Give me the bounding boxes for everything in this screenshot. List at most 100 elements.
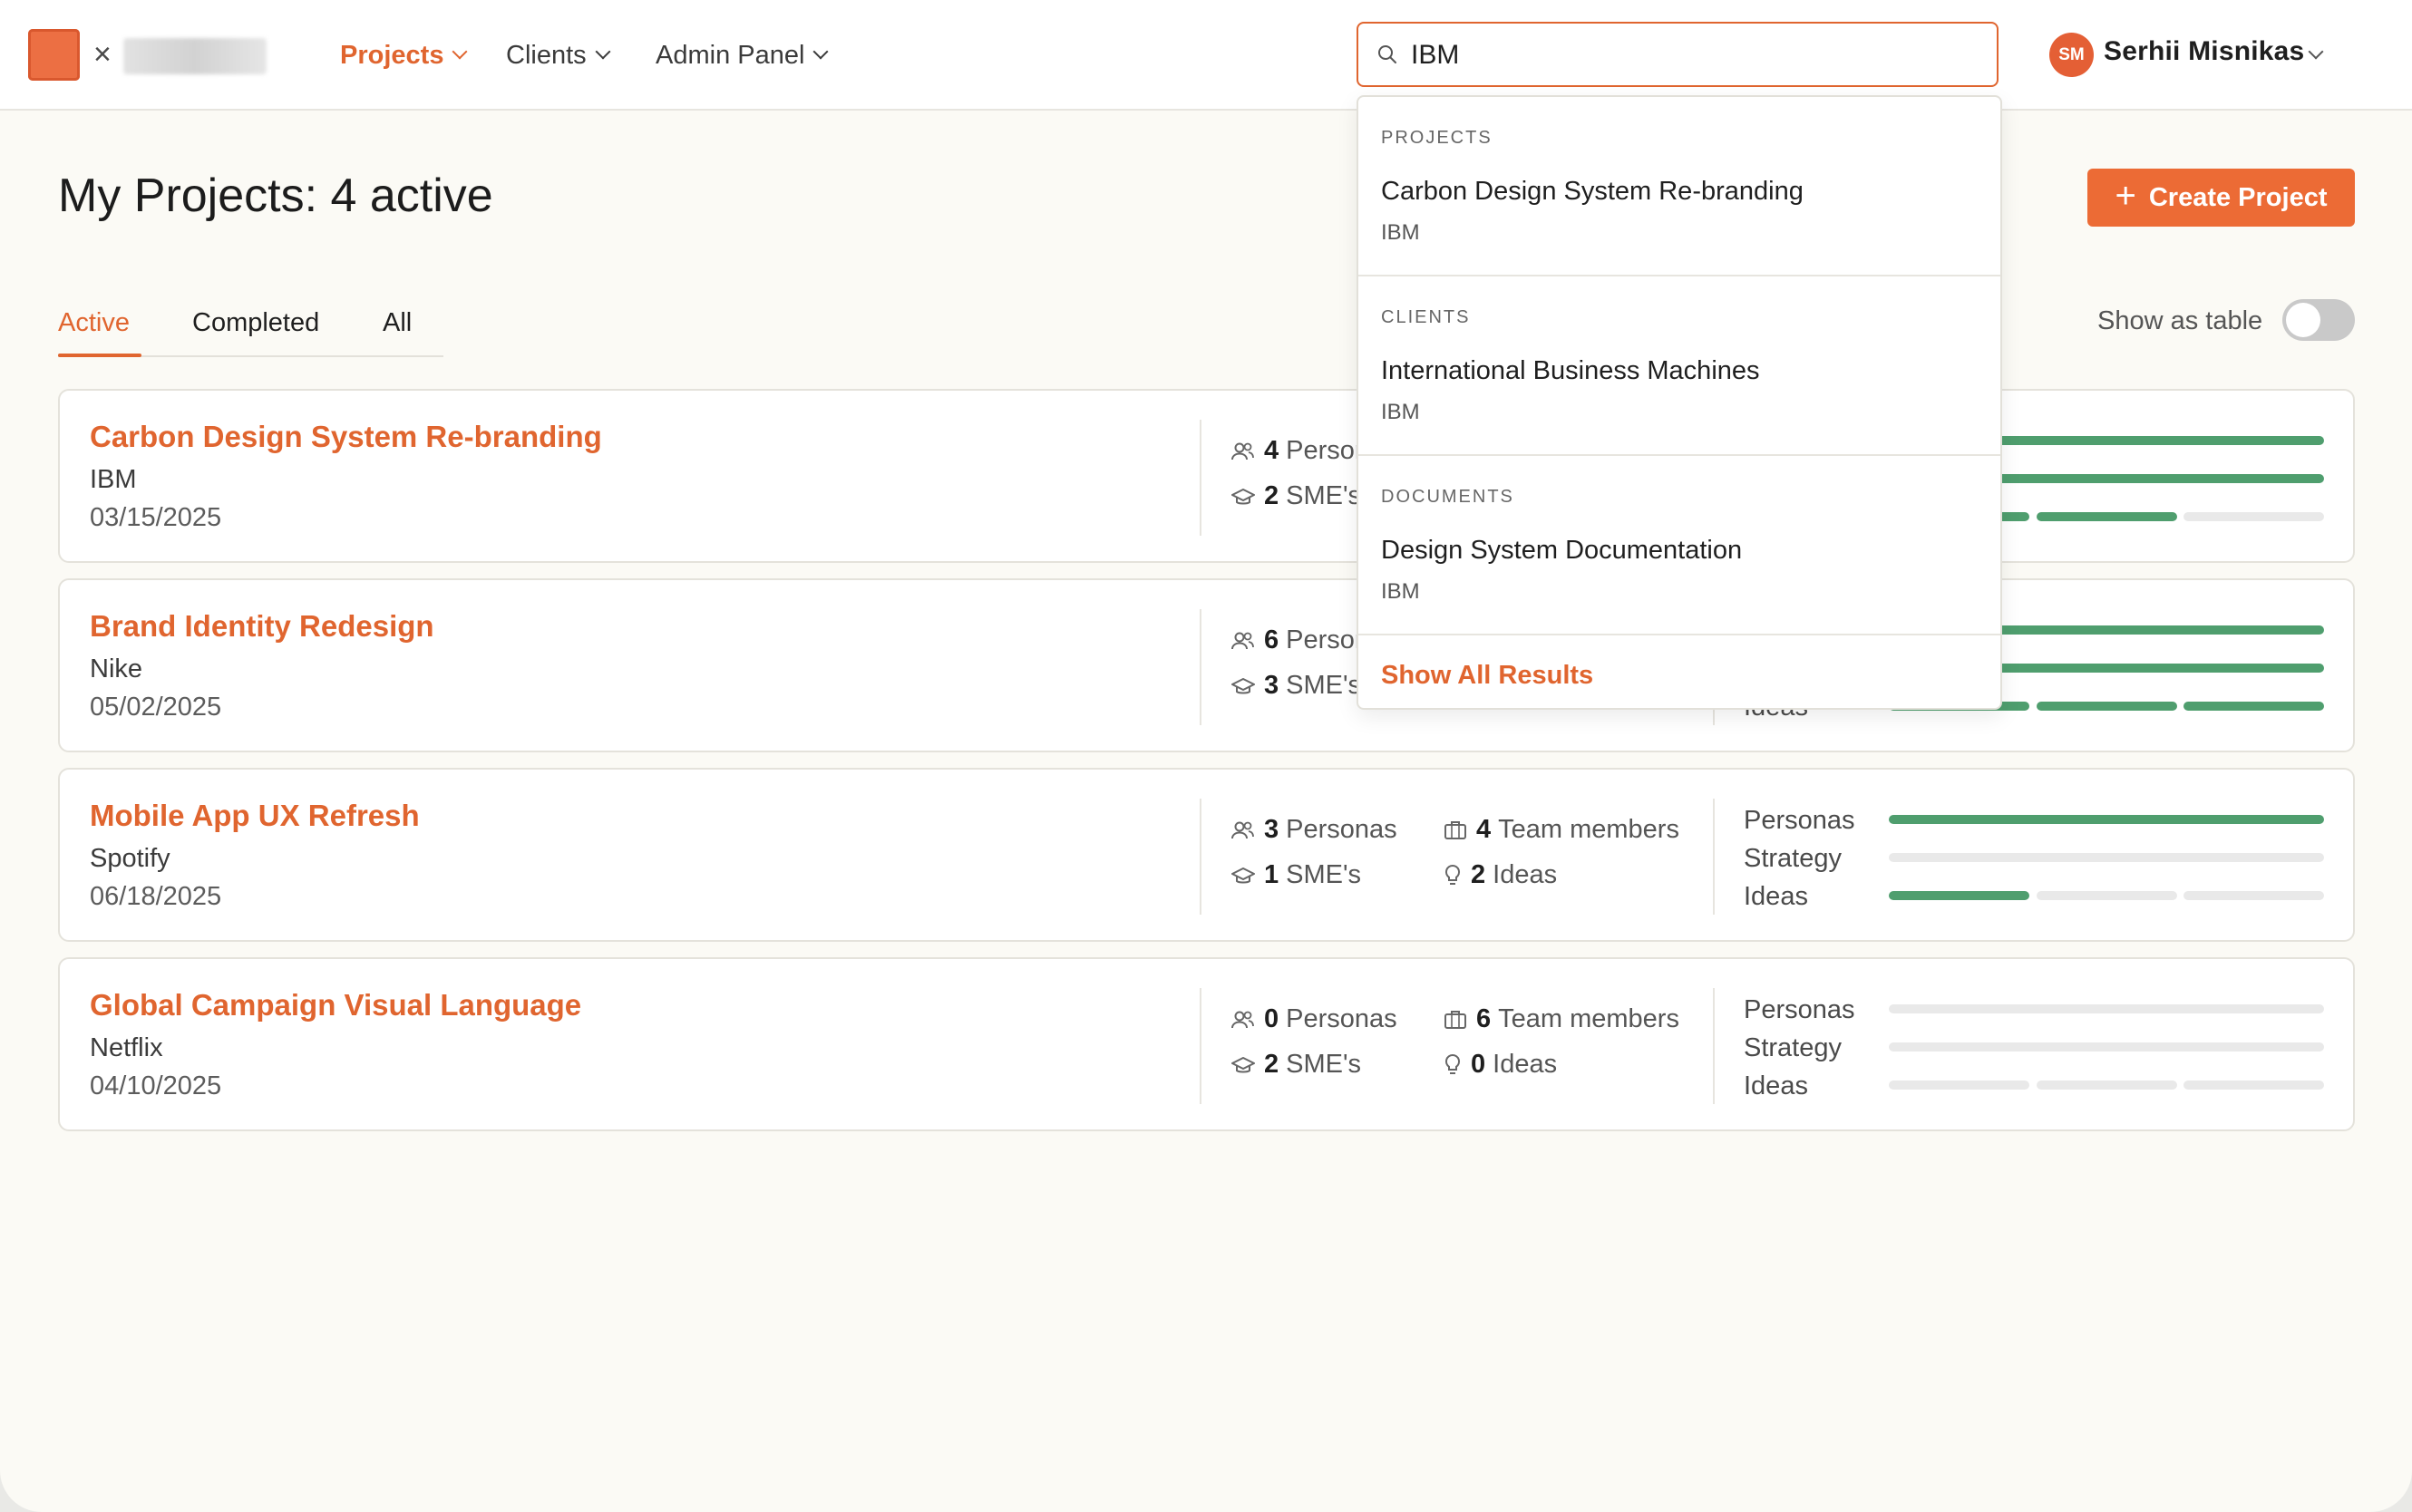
smes-label: SME's: [1286, 1050, 1362, 1079]
chevron-down-icon[interactable]: [2308, 44, 2324, 60]
nav-clients[interactable]: Clients: [506, 34, 611, 76]
project-client: IBM: [90, 465, 137, 494]
divider: [1200, 799, 1201, 915]
progress-strategy-bar: [1889, 853, 2324, 862]
personas-count: 6: [1264, 625, 1279, 654]
project-card[interactable]: Carbon Design System Re-branding IBM 03/…: [58, 389, 2355, 563]
stat-smes: 3 SME's: [1231, 671, 1361, 701]
smes-label: SME's: [1286, 481, 1362, 510]
results-section-clients: CLIENTS International Business Machines …: [1358, 276, 2000, 456]
ideas-count: 0: [1471, 1050, 1486, 1079]
tab-active[interactable]: Active: [58, 308, 130, 338]
show-all-results-link[interactable]: Show All Results: [1381, 661, 1593, 691]
progress-strategy-label: Strategy: [1744, 1033, 1842, 1062]
nav-projects[interactable]: Projects: [340, 34, 468, 76]
progress-ideas-segment: [1889, 1081, 2029, 1090]
section-heading: CLIENTS: [1381, 307, 1471, 327]
app-window: × Projects Clients Admin Panel SM Serhii…: [0, 0, 2412, 1512]
progress-ideas-segment: [2037, 512, 2177, 521]
create-project-button[interactable]: + Create Project: [2087, 169, 2355, 227]
tabs: Active Completed All: [58, 299, 443, 357]
graduation-cap-icon: [1231, 1056, 1255, 1072]
team-label: Team members: [1498, 815, 1679, 844]
tab-completed[interactable]: Completed: [192, 308, 319, 338]
active-tab-indicator: [58, 354, 141, 357]
result-subtitle: IBM: [1381, 220, 1420, 245]
close-icon[interactable]: ×: [93, 36, 112, 73]
project-title[interactable]: Mobile App UX Refresh: [90, 799, 420, 833]
personas-label: Personas: [1286, 815, 1397, 844]
progress-ideas-segment: [2037, 702, 2177, 711]
smes-count: 2: [1264, 481, 1279, 510]
stat-smes: 2 SME's: [1231, 481, 1361, 511]
briefcase-icon: [1444, 820, 1466, 839]
users-icon: [1231, 632, 1254, 649]
nav-clients-label: Clients: [506, 40, 587, 70]
page-title: My Projects: 4 active: [58, 170, 493, 222]
show-as-table-toggle[interactable]: [2282, 299, 2355, 341]
section-heading: PROJECTS: [1381, 128, 1493, 148]
progress-ideas-segment: [2037, 1081, 2177, 1090]
ideas-label: Ideas: [1493, 860, 1558, 889]
users-icon: [1231, 442, 1254, 460]
lightbulb-icon: [1444, 864, 1461, 885]
project-date: 04/10/2025: [90, 1071, 222, 1100]
result-item[interactable]: International Business Machines IBM: [1358, 340, 2000, 440]
tab-all[interactable]: All: [383, 308, 412, 338]
stat-team-members: 4 Team members: [1444, 815, 1679, 845]
personas-count: 4: [1264, 436, 1279, 465]
project-card[interactable]: Mobile App UX Refresh Spotify 06/18/2025…: [58, 768, 2355, 942]
avatar[interactable]: SM: [2049, 33, 2094, 77]
result-item[interactable]: Design System Documentation IBM: [1358, 519, 2000, 619]
result-title: International Business Machines: [1381, 356, 1760, 385]
stat-smes: 1 SME's: [1231, 860, 1361, 890]
stat-personas: 0 Personas: [1231, 1004, 1397, 1034]
search-input[interactable]: [1411, 34, 1973, 76]
user-name[interactable]: Serhii Misnikas: [2104, 36, 2304, 67]
progress-ideas-segment: [2183, 512, 2324, 521]
progress-strategy-bar: [1889, 1042, 2324, 1052]
project-title[interactable]: Carbon Design System Re-branding: [90, 420, 602, 454]
divider: [1713, 799, 1715, 915]
results-section-projects: PROJECTS Carbon Design System Re-brandin…: [1358, 97, 2000, 276]
project-title[interactable]: Brand Identity Redesign: [90, 609, 434, 644]
nav-admin-panel[interactable]: Admin Panel: [656, 34, 829, 76]
smes-label: SME's: [1286, 860, 1362, 889]
ideas-label: Ideas: [1493, 1050, 1558, 1079]
project-date: 03/15/2025: [90, 503, 222, 532]
stat-ideas: 0 Ideas: [1444, 1050, 1557, 1080]
lightbulb-icon: [1444, 1053, 1461, 1074]
results-section-documents: DOCUMENTS Design System Documentation IB…: [1358, 456, 2000, 635]
progress-personas-label: Personas: [1744, 995, 1855, 1024]
plus-icon: +: [2115, 176, 2136, 216]
progress-personas-bar: [1889, 815, 2324, 824]
toggle-knob: [2286, 303, 2320, 337]
progress-ideas-segment: [2183, 891, 2324, 900]
chevron-down-icon: [595, 44, 611, 60]
team-count: 6: [1476, 1004, 1492, 1033]
stat-smes: 2 SME's: [1231, 1050, 1361, 1080]
project-card[interactable]: Global Campaign Visual Language Netflix …: [58, 957, 2355, 1131]
personas-label: Personas: [1286, 1004, 1397, 1033]
progress-ideas-segment: [2183, 702, 2324, 711]
smes-label: SME's: [1286, 671, 1362, 700]
progress-ideas-segment: [1889, 891, 2029, 900]
search-results-dropdown: PROJECTS Carbon Design System Re-brandin…: [1357, 95, 2002, 710]
progress-ideas-label: Ideas: [1744, 1071, 1808, 1100]
stat-ideas: 2 Ideas: [1444, 860, 1557, 890]
project-title[interactable]: Global Campaign Visual Language: [90, 988, 581, 1023]
result-item[interactable]: Carbon Design System Re-branding IBM: [1358, 160, 2000, 260]
nav-admin-label: Admin Panel: [656, 40, 805, 70]
progress-ideas-label: Ideas: [1744, 882, 1808, 911]
logo[interactable]: [28, 29, 80, 81]
project-card[interactable]: Brand Identity Redesign Nike 05/02/2025 …: [58, 578, 2355, 752]
brand-name-redacted: [123, 38, 267, 74]
graduation-cap-icon: [1231, 867, 1255, 883]
chevron-down-icon: [812, 44, 829, 60]
team-count: 4: [1476, 815, 1492, 844]
smes-count: 3: [1264, 671, 1279, 700]
ideas-count: 2: [1471, 860, 1486, 889]
project-client: Spotify: [90, 844, 170, 873]
progress-ideas-segment: [2037, 891, 2177, 900]
project-date: 05/02/2025: [90, 693, 222, 722]
